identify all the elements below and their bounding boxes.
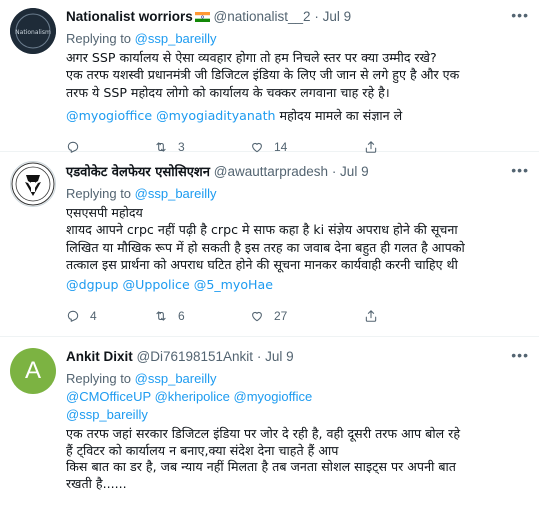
retweet-count: 6 — [178, 309, 185, 324]
mentions[interactable]: @ssp_bareilly — [66, 406, 529, 424]
author-name[interactable]: Ankit Dixit — [66, 349, 133, 364]
like-button[interactable]: 27 — [250, 306, 287, 326]
more-icon[interactable]: ••• — [511, 346, 529, 364]
replying-to-handle[interactable]: @ssp_bareilly — [135, 31, 217, 46]
reply-button[interactable]: 4 — [66, 306, 97, 326]
tweet-text: अगर SSP कार्यालय से ऐसा व्यवहार होगा तो … — [66, 49, 529, 125]
tweet-actions: 4 6 27 — [66, 306, 529, 326]
avatar[interactable] — [10, 161, 56, 207]
tweet-line: एसएसपी महोदय — [66, 205, 143, 220]
tweet-line: एक तरफ जहां सरकार डिजिटल इंडिया पर जोर द… — [66, 426, 461, 441]
tweet-line: @myogioffice @myogiadityanath महोदय मामल… — [66, 107, 529, 124]
tweet-line: शायद आपने crpc नहीं पढ़ी है crpc मे साफ … — [66, 222, 458, 238]
reply-icon — [67, 310, 79, 322]
tweet-text: एसएसपी महोदय शायद आपने crpc नहीं पढ़ी है… — [66, 204, 529, 293]
mentions[interactable]: @myogioffice @myogiadityanath — [66, 108, 276, 123]
replying-to-handle[interactable]: @ssp_bareilly — [135, 371, 217, 386]
tweet-text: एक तरफ जहां सरकार डिजिटल इंडिया पर जोर द… — [66, 426, 529, 492]
tweet-header: Ankit Dixit @Di76198151Ankit · Jul 9 ••• — [66, 346, 529, 366]
tweet-2[interactable]: एडवोकेट वेलफेयर एसोसिएशन @awauttarprades… — [0, 151, 539, 337]
share-button[interactable] — [364, 306, 378, 326]
tweet-line: तरफ ये SSP महोदय लोगो को कार्यालय के चक्… — [66, 84, 390, 100]
share-icon — [365, 310, 377, 322]
replying-prefix: Replying to — [66, 31, 132, 46]
tweet-line: रखती है...... — [66, 475, 127, 491]
mentions[interactable]: @dgpup @Uppolice @5_myoHae — [66, 276, 529, 293]
replying-to: Replying to @ssp_bareilly — [66, 370, 529, 388]
tweet-line: हैं ट्विटर को कार्यालय न बनाए,क्या संदेश… — [66, 442, 339, 458]
avatar-text: Nationalism — [15, 29, 51, 36]
author-handle[interactable]: @Di76198151Ankit — [137, 349, 254, 364]
author-name[interactable]: एडवोकेट वेलफेयर एसोसिएशन — [66, 165, 210, 180]
replying-to: Replying to @ssp_bareilly — [66, 30, 529, 48]
tweet-date[interactable]: · Jul 9 — [332, 164, 369, 179]
retweet-button[interactable]: 6 — [154, 306, 185, 326]
tweet-line: अगर SSP कार्यालय से ऐसा व्यवहार होगा तो … — [66, 50, 437, 65]
author-handle[interactable]: @awauttarpradesh — [214, 164, 328, 179]
replying-prefix: Replying to — [66, 371, 132, 386]
tweet-date[interactable]: · Jul 9 — [257, 349, 294, 364]
tweet-line-text: महोदय मामले का संज्ञान ले — [275, 108, 403, 124]
advocate-logo-icon — [11, 162, 55, 206]
tweet-line: एक तरफ यशस्वी प्रधानमंत्री जी डिजिटल इंड… — [66, 67, 460, 83]
like-count: 27 — [274, 309, 288, 324]
tweet-header: एडवोकेट वेलफेयर एसोसिएशन @awauttarprades… — [66, 161, 529, 181]
tweet-header: Nationalist worriors @nationalist__2 · J… — [66, 6, 529, 26]
avatar-image: Nationalism — [10, 8, 56, 54]
reply-count: 4 — [90, 309, 97, 324]
avatar-letter: A — [24, 357, 41, 384]
avatar[interactable]: Nationalism — [10, 8, 56, 54]
replying-to: Replying to @ssp_bareilly — [66, 185, 529, 203]
replying-to-handle[interactable]: @ssp_bareilly — [135, 186, 217, 201]
author-name[interactable]: Nationalist worriors — [66, 9, 193, 24]
mentions[interactable]: @CMOfficeUP @kheripolice @myogioffice — [66, 388, 529, 406]
tweet-1[interactable]: Nationalism Nationalist worriors @nation… — [0, 0, 539, 154]
tweet-line: किस बात का डर है, जब न्याय नहीं मिलता है… — [66, 459, 456, 475]
tweet-line: तत्काल इस प्रार्थना को अपराध घटित होने क… — [66, 257, 458, 273]
retweet-icon — [156, 311, 166, 321]
tweet-3[interactable]: A Ankit Dixit @Di76198151Ankit · Jul 9 •… — [0, 336, 539, 519]
like-icon — [252, 311, 262, 322]
avatar[interactable]: A — [10, 348, 56, 394]
tweet-line: लिखित या मौखिक रूप में हो सकती है इस तरह… — [66, 239, 465, 255]
replying-prefix: Replying to — [66, 186, 132, 201]
author-handle[interactable]: @nationalist__2 — [214, 9, 311, 24]
more-icon[interactable]: ••• — [511, 161, 529, 179]
india-flag-icon — [194, 12, 210, 22]
more-icon[interactable]: ••• — [511, 6, 529, 24]
tweet-date[interactable]: · Jul 9 — [314, 9, 351, 24]
